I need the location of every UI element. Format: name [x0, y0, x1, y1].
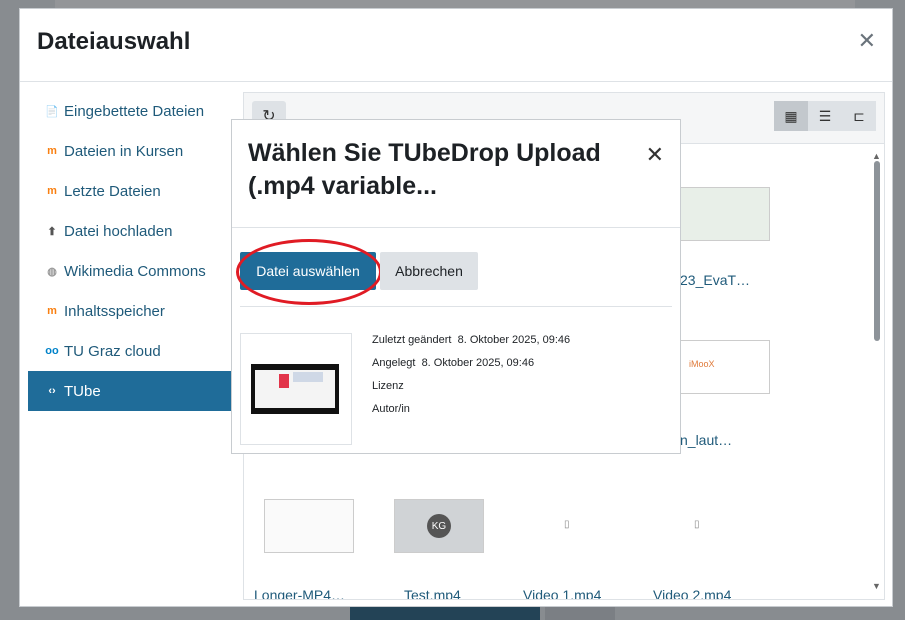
highlight-ring	[236, 239, 382, 305]
scrollbar-thumb[interactable]	[874, 161, 880, 341]
file-picker-header: Dateiauswahl ✕	[20, 9, 892, 82]
meta-created: Angelegt 8. Oktober 2025, 09:46	[372, 357, 534, 369]
tube-icon: ‹›	[48, 385, 56, 397]
file-thumbnail[interactable]	[680, 187, 770, 241]
file-thumbnail[interactable]: iMooX	[680, 340, 770, 394]
repo-label: Wikimedia Commons	[64, 262, 206, 280]
file-label[interactable]: Video 1.mp4	[523, 587, 601, 599]
repository-list: 📄 Eingebettete Dateien m Dateien in Kursen m…	[28, 91, 248, 411]
moodle-icon: m	[47, 305, 57, 317]
video-thumbnail	[251, 364, 339, 414]
meta-modified: Zuletzt geändert 8. Oktober 2025, 09:46	[372, 334, 570, 346]
file-label[interactable]: Test.mp4	[404, 587, 461, 599]
file-label[interactable]: Video 2.mp4	[653, 587, 731, 599]
close-icon[interactable]: ✕	[646, 142, 664, 168]
file-thumbnail[interactable]: KG	[394, 499, 484, 553]
meta-license: Lizenz	[372, 380, 404, 392]
repo-item-inhaltsspeicher[interactable]: m Inhaltsspeicher	[28, 291, 248, 331]
moodle-icon: m	[47, 185, 57, 197]
file-icon: ▯	[694, 519, 700, 530]
upload-icon: ⬆	[47, 225, 57, 238]
file-label[interactable]: Longer-MP4…	[254, 587, 345, 599]
scroll-up-icon[interactable]: ▲	[872, 151, 881, 161]
select-file-dialog: Wählen Sie TUbeDrop Upload (.mp4 variabl…	[231, 119, 681, 454]
repo-item-dateien-in-kursen[interactable]: m Dateien in Kursen	[28, 131, 248, 171]
imoox-logo: iMooX	[689, 359, 715, 369]
meta-created-label: Angelegt	[372, 357, 416, 369]
view-switcher: ▦ ☰ ⊏	[774, 101, 876, 131]
wikimedia-icon: ◍	[47, 265, 57, 278]
repo-label: Inhaltsspeicher	[64, 302, 165, 320]
divider	[240, 306, 672, 307]
divider	[232, 227, 680, 228]
repo-label: TU Graz cloud	[64, 342, 161, 360]
file-picker-title: Dateiauswahl	[37, 28, 191, 55]
repo-item-tu-graz-cloud[interactable]: oo TU Graz cloud	[28, 331, 248, 371]
scroll-down-icon[interactable]: ▼	[872, 581, 881, 591]
cancel-button[interactable]: Abbrechen	[380, 252, 478, 290]
file-icon: ▯	[564, 519, 570, 530]
avatar: KG	[427, 514, 451, 538]
file-label[interactable]: n_laut…	[680, 432, 732, 448]
repo-label: Dateien in Kursen	[64, 142, 184, 160]
meta-modified-label: Zuletzt geändert	[372, 334, 452, 346]
file-preview	[240, 333, 352, 445]
meta-modified-value: 8. Oktober 2025, 09:46	[457, 334, 571, 346]
repo-item-tube[interactable]: ‹› TUbe	[28, 371, 248, 411]
repo-item-eingebettete-dateien[interactable]: 📄 Eingebettete Dateien	[28, 91, 248, 131]
repo-label: Datei hochladen	[64, 222, 173, 240]
tree-view-icon[interactable]: ⊏	[842, 101, 876, 131]
repo-label: Eingebettete Dateien	[64, 102, 205, 120]
list-view-icon[interactable]: ☰	[808, 101, 842, 131]
file-thumbnail[interactable]	[264, 499, 354, 553]
repo-item-datei-hochladen[interactable]: ⬆ Datei hochladen	[28, 211, 248, 251]
dialog-title: Wählen Sie TUbeDrop Upload (.mp4 variabl…	[248, 139, 601, 200]
repo-item-letzte-dateien[interactable]: m Letzte Dateien	[28, 171, 248, 211]
repo-label: TUbe	[64, 382, 101, 400]
close-icon[interactable]: ✕	[858, 30, 876, 52]
meta-created-value: 8. Oktober 2025, 09:46	[421, 357, 535, 369]
moodle-icon: m	[47, 145, 57, 157]
repo-label: Letzte Dateien	[64, 182, 161, 200]
file-label[interactable]: 23_EvaT…	[680, 272, 750, 288]
repo-item-wikimedia-commons[interactable]: ◍ Wikimedia Commons	[28, 251, 248, 291]
grid-view-icon[interactable]: ▦	[774, 101, 808, 131]
embedded-files-icon: 📄	[45, 105, 59, 118]
nextcloud-icon: oo	[45, 345, 59, 357]
meta-author: Autor/in	[372, 403, 410, 415]
scrollbar[interactable]: ▲ ▼	[872, 151, 882, 591]
